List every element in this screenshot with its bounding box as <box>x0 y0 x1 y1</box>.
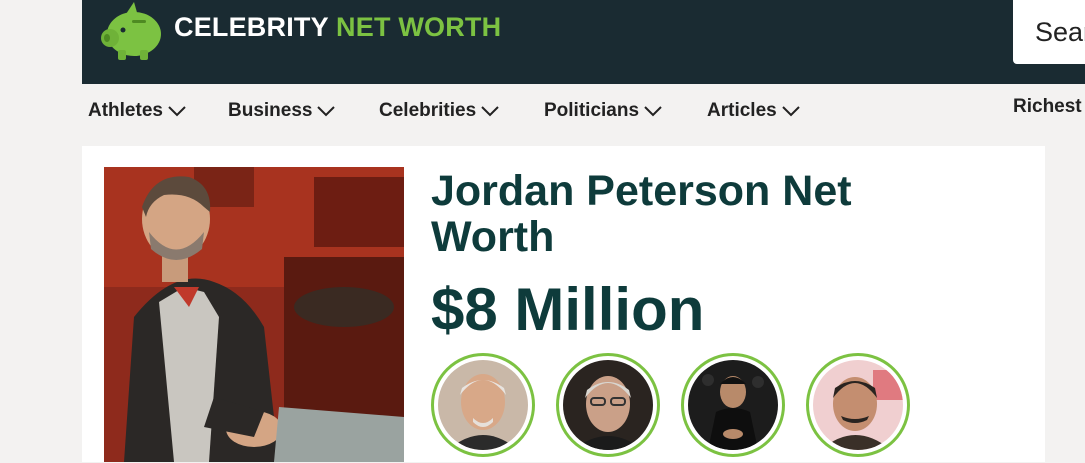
nav-item-richest[interactable]: Richest <box>1013 96 1082 118</box>
search-box[interactable] <box>1013 0 1085 64</box>
avatar <box>563 360 653 450</box>
nav-item-business[interactable]: Business <box>228 100 336 122</box>
page-title: Jordan Peterson Net Worth <box>431 167 852 261</box>
nav-item-label: Politicians <box>544 100 640 121</box>
related-avatar[interactable] <box>681 353 785 457</box>
piggy-bank-icon[interactable] <box>96 0 168 66</box>
site-header: CELEBRITY NET WORTH <box>82 0 1085 84</box>
logo-word-net-worth: NET WORTH <box>336 12 502 42</box>
related-avatar[interactable] <box>806 353 910 457</box>
logo-word-celebrity: CELEBRITY <box>174 12 329 42</box>
related-celebrities <box>431 353 931 463</box>
nav-item-label: Athletes <box>88 100 163 121</box>
chevron-down-icon <box>317 106 336 117</box>
chevron-down-icon <box>781 106 800 117</box>
nav-item-celebrities[interactable]: Celebrities <box>379 100 500 122</box>
search-input[interactable] <box>1013 2 1085 62</box>
chevron-down-icon <box>481 106 499 117</box>
profile-card: Jordan Peterson Net Worth $8 Million <box>82 146 1045 462</box>
nav-item-label: Celebrities <box>379 100 477 121</box>
site-logo[interactable]: CELEBRITY NET WORTH <box>174 12 501 43</box>
profile-photo <box>104 167 404 462</box>
nav-item-athletes[interactable]: Athletes <box>88 100 187 122</box>
related-avatar[interactable] <box>431 353 535 457</box>
nav-item-label: Business <box>228 100 313 121</box>
nav-item-politicians[interactable]: Politicians <box>544 100 663 122</box>
net-worth-value: $8 Million <box>431 276 705 343</box>
avatar <box>813 360 903 450</box>
avatar <box>438 360 528 450</box>
related-avatar[interactable] <box>556 353 660 457</box>
nav-item-label: Articles <box>707 100 777 121</box>
avatar <box>688 360 778 450</box>
chevron-down-icon <box>644 106 662 117</box>
chevron-down-icon <box>168 106 186 117</box>
nav-item-articles[interactable]: Articles <box>707 100 801 122</box>
